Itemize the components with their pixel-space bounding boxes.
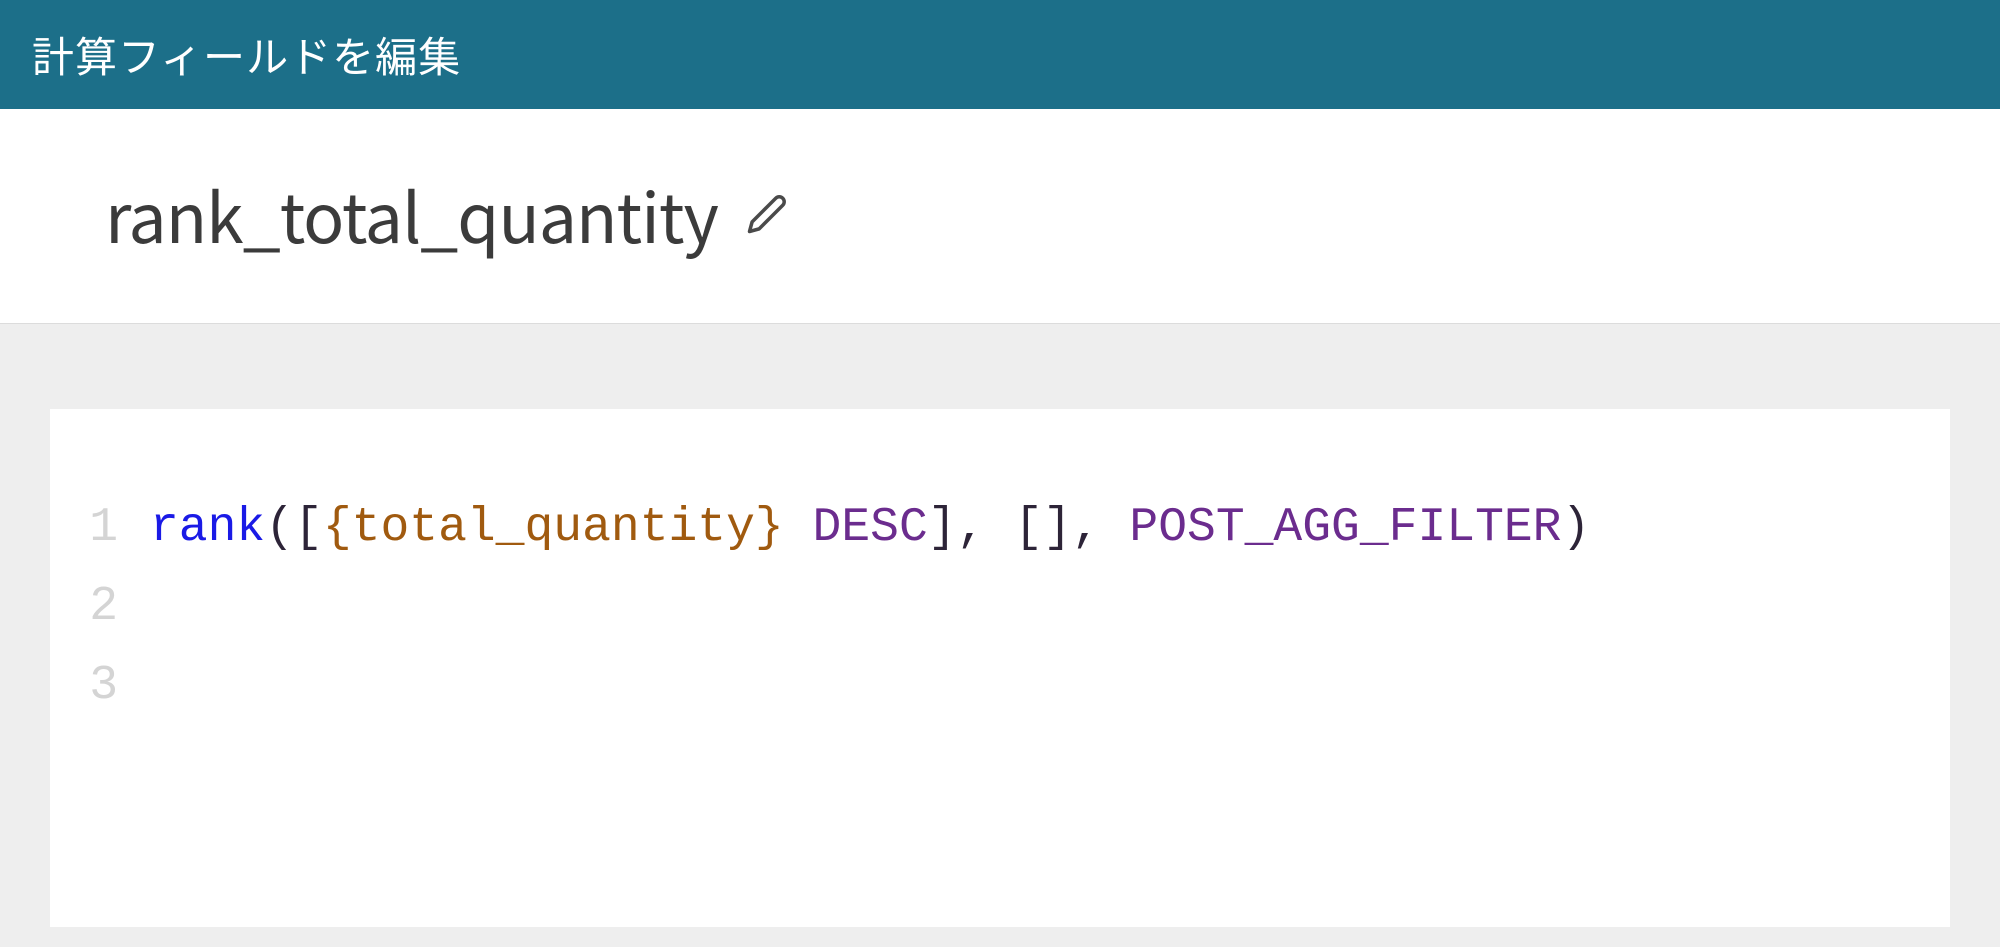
code-line: 1 rank([{total_quantity} DESC], [], POST… xyxy=(80,489,1920,568)
token-space xyxy=(784,501,813,555)
token-paren-close: ) xyxy=(1561,501,1590,555)
token-bracket-close: ] xyxy=(1043,501,1072,555)
token-field-ref: {total_quantity} xyxy=(323,501,784,555)
calculated-field-name: rank_total_quantity xyxy=(105,164,718,263)
editor-container: 1 rank([{total_quantity} DESC], [], POST… xyxy=(0,324,2000,927)
dialog-title: 計算フィールドを編集 xyxy=(32,24,461,85)
code-content[interactable]: rank([{total_quantity} DESC], [], POST_A… xyxy=(150,489,1590,568)
pencil-icon[interactable] xyxy=(746,193,788,235)
line-number: 3 xyxy=(80,647,150,726)
token-keyword: DESC xyxy=(813,501,928,555)
token-bracket-open: [ xyxy=(294,501,323,555)
field-name-section: rank_total_quantity xyxy=(0,109,2000,324)
code-editor[interactable]: 1 rank([{total_quantity} DESC], [], POST… xyxy=(50,409,1950,927)
token-comma: , xyxy=(1072,501,1130,555)
token-comma: , xyxy=(957,501,1015,555)
dialog-header: 計算フィールドを編集 xyxy=(0,0,2000,109)
token-bracket-open: [ xyxy=(1014,501,1043,555)
line-number: 2 xyxy=(80,568,150,647)
code-line: 3 xyxy=(80,647,1920,726)
token-keyword: POST_AGG_FILTER xyxy=(1129,501,1561,555)
token-bracket-close: ] xyxy=(928,501,957,555)
line-number: 1 xyxy=(80,489,150,568)
token-paren-open: ( xyxy=(265,501,294,555)
token-function: rank xyxy=(150,501,265,555)
code-line: 2 xyxy=(80,568,1920,647)
